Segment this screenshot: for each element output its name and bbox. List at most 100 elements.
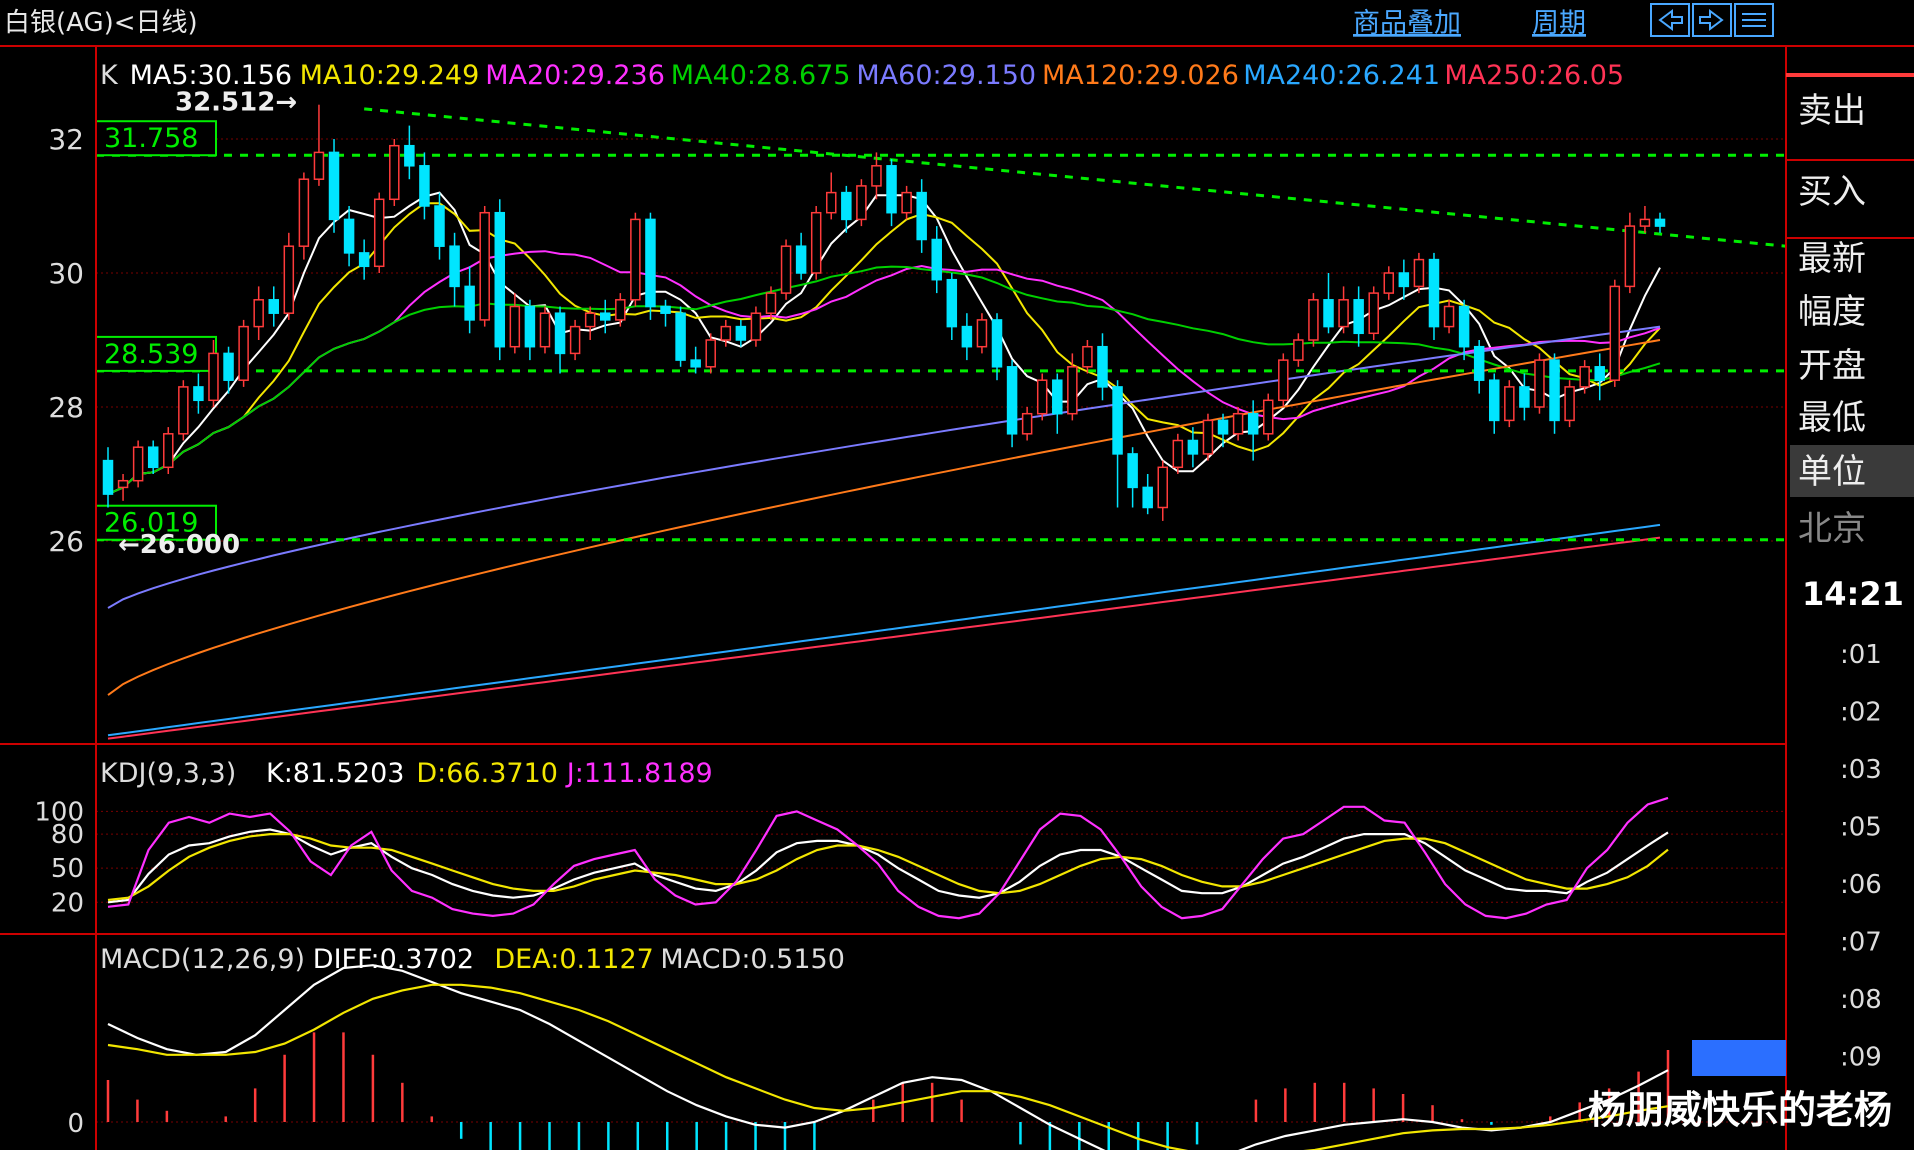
- candle-body: [1353, 299, 1364, 335]
- candle-body: [1504, 386, 1515, 422]
- candle-down: [193, 373, 204, 414]
- ma250-line: [107, 536, 1661, 740]
- candle-body: [1021, 412, 1033, 435]
- y-tick-label: 28: [48, 391, 84, 424]
- candle-up: [1278, 353, 1289, 407]
- candle-body: [298, 178, 310, 247]
- candle-body: [841, 191, 852, 221]
- candle-up: [283, 232, 295, 320]
- candle-up: [1609, 279, 1621, 387]
- panel-frame: [0, 45, 1914, 1150]
- candle-up: [132, 440, 144, 488]
- kdj-y-tick: 50: [51, 854, 84, 884]
- candle-body: [464, 285, 475, 321]
- candle-down: [1398, 259, 1410, 300]
- candle-body: [976, 319, 988, 348]
- candle-up: [1368, 286, 1379, 340]
- candle-body: [1458, 305, 1470, 348]
- candle-up: [630, 212, 641, 307]
- candle-up: [1293, 333, 1304, 367]
- candle-down: [916, 179, 927, 253]
- candle-down: [961, 313, 973, 361]
- sidebar-minute: :01: [1840, 640, 1882, 670]
- candle-body: [705, 339, 716, 368]
- candle-body: [1308, 299, 1319, 341]
- level-label: 28.539: [104, 339, 198, 370]
- candle-up: [1624, 212, 1636, 294]
- candle-body: [313, 151, 325, 180]
- ma240-line: [107, 523, 1661, 737]
- candle-body: [1323, 299, 1334, 328]
- candle-body: [1097, 345, 1108, 388]
- candle-down: [494, 199, 506, 361]
- candle-up: [810, 206, 822, 280]
- sidebar-blue-tab: [1692, 1040, 1786, 1076]
- candle-body: [1338, 299, 1349, 328]
- candle-down: [660, 299, 671, 327]
- candle-body: [343, 218, 355, 254]
- candle-body: [238, 325, 249, 381]
- candle-down: [464, 266, 475, 334]
- candle-down: [1519, 373, 1530, 421]
- candle-body: [1142, 486, 1153, 509]
- candle-down: [102, 447, 114, 508]
- candle-body: [1036, 379, 1048, 415]
- candle-body: [494, 211, 506, 348]
- candle-up: [780, 239, 792, 300]
- kdj-j-line: [107, 796, 1669, 920]
- candle-up: [1639, 206, 1651, 233]
- candle-down: [931, 226, 942, 294]
- candle-body: [765, 292, 777, 314]
- candle-up: [1202, 413, 1214, 461]
- candle-down: [1323, 273, 1334, 334]
- candle-down: [645, 212, 656, 320]
- candle-body: [1383, 272, 1395, 294]
- sidebar-item-6: 单位: [1798, 452, 1866, 492]
- candle-body: [795, 245, 807, 274]
- candle-body: [1413, 258, 1425, 288]
- candle-down: [1549, 353, 1560, 434]
- candle-body: [1052, 379, 1063, 415]
- candle-body: [1187, 439, 1199, 455]
- y-tick-label: 30: [48, 257, 84, 290]
- candle-up: [1413, 252, 1425, 294]
- candle-up: [163, 427, 174, 474]
- candle-down: [1594, 353, 1605, 401]
- kdj-legend-item: K:81.5203: [266, 758, 404, 789]
- candle-body: [524, 305, 536, 348]
- ma60-line: [107, 325, 1661, 609]
- candle-body: [1654, 218, 1666, 227]
- candle-down: [1473, 340, 1485, 394]
- candle-body: [856, 185, 867, 221]
- candle-body: [283, 245, 295, 314]
- macd-legend-item: MACD:0.5150: [660, 944, 845, 975]
- candle-body: [419, 165, 430, 207]
- candle-body: [901, 191, 912, 214]
- candle-body: [404, 144, 415, 167]
- candle-body: [1639, 218, 1651, 227]
- candle-body: [826, 191, 837, 214]
- candle-body: [961, 325, 973, 348]
- macd-y-tick: 0: [67, 1109, 84, 1139]
- candle-body: [1368, 292, 1379, 335]
- candle-body: [193, 386, 204, 402]
- candle-body: [509, 305, 521, 348]
- candle-up: [750, 306, 762, 347]
- candle-body: [1082, 345, 1093, 368]
- candle-body: [268, 299, 279, 314]
- low-annotation: ←26.000: [118, 530, 240, 560]
- candle-down: [268, 286, 279, 327]
- legend-item: MA120:29.026: [1042, 60, 1239, 91]
- kdj-panel: 100805020KDJ(9,3,3) K:81.5203 D:66.3710 J:1…: [34, 758, 1786, 920]
- candle-up: [1157, 460, 1169, 521]
- candle-body: [1006, 366, 1018, 435]
- chart-canvas: 26 28 30 32 K MA5:30.156 MA10:29.249 MA20:29.23…: [0, 45, 1914, 1150]
- candle-body: [223, 352, 234, 381]
- sidebar-item-3: 幅度: [1798, 292, 1866, 332]
- candle-body: [434, 205, 445, 247]
- sidebar-minute: :08: [1840, 985, 1882, 1015]
- candle-up: [539, 306, 551, 354]
- candle-up: [705, 333, 716, 374]
- candle-down: [735, 319, 747, 347]
- candle-body: [1519, 386, 1530, 408]
